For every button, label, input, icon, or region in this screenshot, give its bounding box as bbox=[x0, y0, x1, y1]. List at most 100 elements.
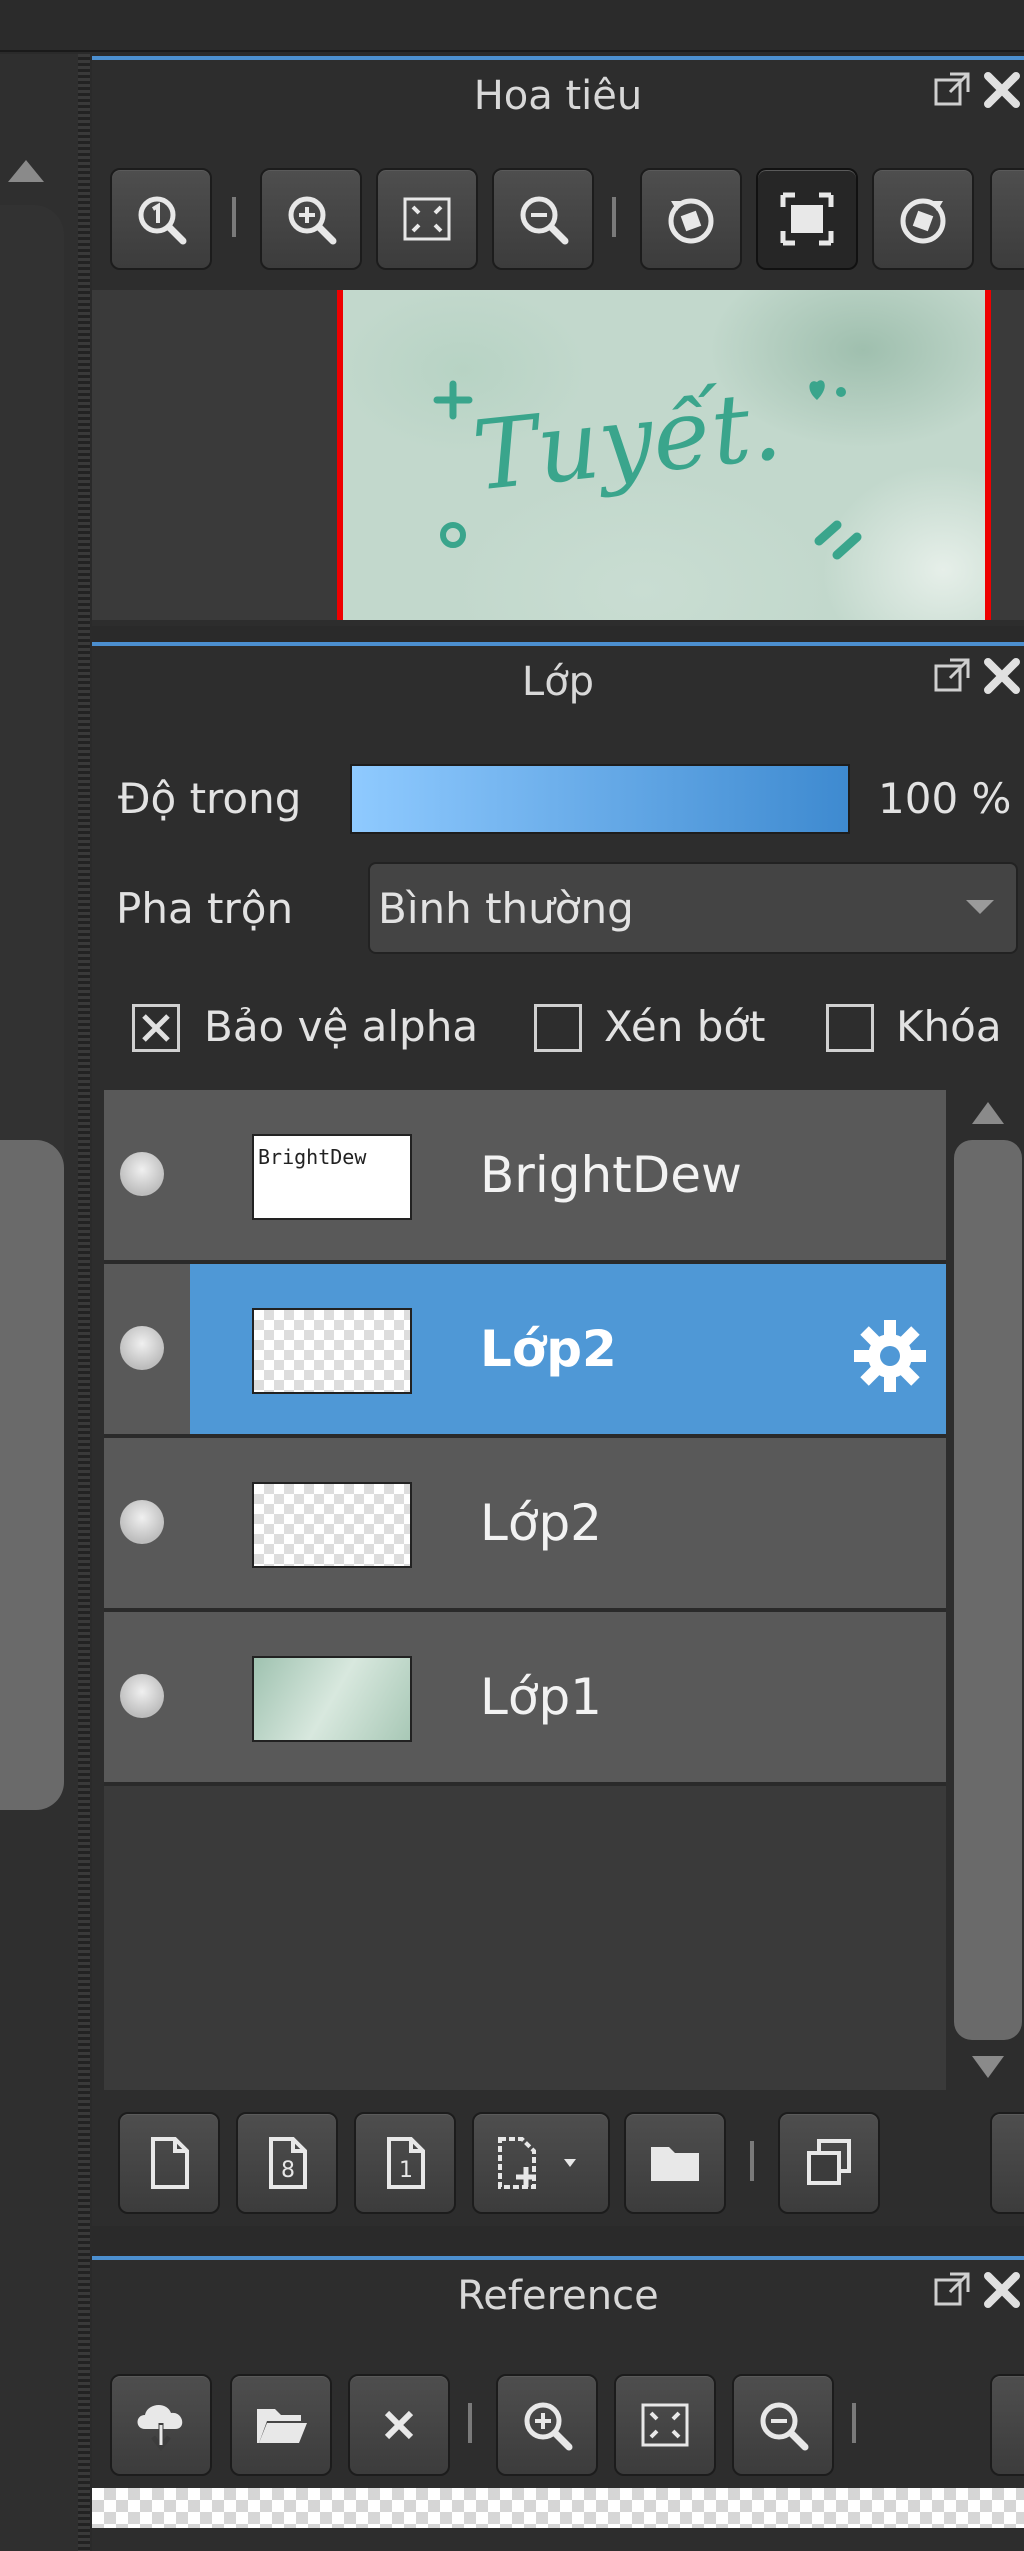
zoom-out-button[interactable] bbox=[492, 168, 594, 270]
layer-name: Lớp2 bbox=[480, 1320, 617, 1378]
layer-row[interactable]: Lớp2 bbox=[104, 1438, 946, 1612]
1bit-layer-icon: 1 bbox=[387, 2137, 425, 2189]
new-layer-button[interactable] bbox=[118, 2112, 220, 2214]
load-reference-button[interactable] bbox=[110, 2374, 212, 2476]
svg-text:1: 1 bbox=[399, 2158, 413, 2183]
layer-thumbnail bbox=[252, 1656, 412, 1742]
more-layer-tools-button[interactable] bbox=[990, 2112, 1024, 2214]
reference-zoom-out-button[interactable] bbox=[732, 2374, 834, 2476]
new-8bit-layer-button[interactable]: 8 bbox=[236, 2112, 338, 2214]
layer-list-scrollbar[interactable] bbox=[952, 1090, 1024, 2090]
layer-thumbnail: BrightDew bbox=[252, 1134, 412, 1220]
more-reference-tools-button[interactable] bbox=[990, 2374, 1024, 2476]
toolbar-separator bbox=[468, 2403, 472, 2443]
toolbar-separator bbox=[612, 197, 616, 237]
protect-alpha-checkbox[interactable] bbox=[132, 1004, 180, 1052]
add-layer-menu-icon bbox=[498, 2137, 576, 2189]
8bit-layer-icon: 8 bbox=[269, 2137, 307, 2189]
remove-reference-button[interactable] bbox=[348, 2374, 450, 2476]
cloud-download-icon bbox=[137, 2404, 183, 2452]
layer-list-scrollbar-thumb[interactable] bbox=[954, 1140, 1022, 2040]
visibility-icon[interactable] bbox=[120, 1500, 164, 1544]
dash-sparkle-icon bbox=[814, 520, 862, 560]
fit-window-icon bbox=[403, 197, 451, 241]
toolbar-separator bbox=[232, 197, 236, 237]
zoom-actual-icon bbox=[138, 196, 187, 245]
reference-toolbar bbox=[92, 2366, 1024, 2482]
open-reference-button[interactable] bbox=[230, 2374, 332, 2476]
layer-row-selected[interactable]: Lớp2 bbox=[104, 1264, 946, 1438]
layer-thumbnail bbox=[252, 1308, 412, 1394]
rotate-left-icon bbox=[668, 198, 714, 244]
circle-sparkle-icon bbox=[440, 522, 466, 548]
visibility-icon[interactable] bbox=[120, 1326, 164, 1370]
opacity-value: 100 % bbox=[878, 774, 1012, 823]
opacity-slider[interactable] bbox=[350, 764, 850, 834]
fullscreen-button[interactable] bbox=[756, 168, 858, 270]
zoom-out-icon bbox=[520, 196, 569, 245]
fit-window-button[interactable] bbox=[376, 168, 478, 270]
rotate-right-icon bbox=[900, 198, 946, 244]
fullscreen-icon bbox=[780, 192, 834, 246]
layer-toolbar: 8 1 bbox=[104, 2098, 1024, 2224]
plus-sparkle-icon bbox=[433, 380, 473, 420]
gear-icon[interactable] bbox=[850, 1316, 930, 1396]
popout-icon[interactable] bbox=[932, 70, 972, 110]
folder-icon bbox=[651, 2147, 699, 2181]
navigator-canvas-thumbnail: Tuyết. bbox=[337, 290, 991, 620]
layer-row[interactable]: Lớp1 bbox=[104, 1612, 946, 1786]
blend-mode-label: Pha trộn bbox=[116, 884, 294, 933]
zoom-in-icon bbox=[524, 2402, 573, 2451]
close-icon[interactable] bbox=[980, 2268, 1024, 2312]
blend-mode-value: Bình thường bbox=[378, 884, 634, 933]
close-icon[interactable] bbox=[980, 654, 1024, 698]
panel-splitter[interactable] bbox=[78, 54, 90, 2551]
layer-name: BrightDew bbox=[480, 1146, 742, 1204]
zoom-actual-button[interactable] bbox=[110, 168, 212, 270]
visibility-icon[interactable] bbox=[120, 1152, 164, 1196]
duplicate-layer-button[interactable] bbox=[778, 2112, 880, 2214]
clipping-label: Xén bớt bbox=[604, 1002, 766, 1051]
clipping-checkbox[interactable] bbox=[534, 1004, 582, 1052]
popout-icon[interactable] bbox=[932, 2270, 972, 2310]
top-bar bbox=[0, 0, 1024, 52]
layer-name: Lớp1 bbox=[480, 1668, 602, 1726]
visibility-icon[interactable] bbox=[120, 1674, 164, 1718]
reference-title: Reference bbox=[457, 2273, 659, 2319]
scroll-down-arrow-icon[interactable] bbox=[968, 2052, 1008, 2082]
left-scrollbar-thumb[interactable] bbox=[0, 1140, 64, 1810]
scroll-up-arrow-icon[interactable] bbox=[968, 1098, 1008, 1128]
layer-list: BrightDew BrightDew Lớp2 Lớp2 Lớp1 bbox=[104, 1090, 946, 2090]
rotate-left-button[interactable] bbox=[640, 168, 742, 270]
navigator-preview[interactable]: Tuyết. bbox=[92, 290, 1024, 620]
navigator-toolbar bbox=[92, 160, 1024, 280]
lock-checkbox[interactable] bbox=[826, 1004, 874, 1052]
layer-panel-title: Lớp bbox=[521, 659, 595, 705]
layer-name: Lớp2 bbox=[480, 1494, 602, 1552]
open-folder-icon bbox=[257, 2409, 307, 2443]
reference-image-area[interactable] bbox=[92, 2488, 1024, 2528]
toolbar-separator bbox=[852, 2403, 856, 2443]
layer-row[interactable]: BrightDew BrightDew bbox=[104, 1090, 946, 1264]
reference-zoom-in-button[interactable] bbox=[496, 2374, 598, 2476]
navigator-title: Hoa tiêu bbox=[473, 73, 643, 119]
close-icon[interactable] bbox=[980, 68, 1024, 112]
add-special-layer-dropdown[interactable] bbox=[472, 2112, 610, 2214]
popout-icon[interactable] bbox=[932, 656, 972, 696]
lock-label: Khóa bbox=[896, 1002, 1002, 1051]
scroll-up-arrow-icon[interactable] bbox=[8, 160, 44, 182]
new-page-icon bbox=[151, 2137, 189, 2189]
svg-text:8: 8 bbox=[281, 2158, 295, 2183]
new-folder-button[interactable] bbox=[624, 2112, 726, 2214]
toolbar-separator bbox=[750, 2141, 754, 2181]
new-1bit-layer-button[interactable]: 1 bbox=[354, 2112, 456, 2214]
zoom-in-icon bbox=[288, 196, 337, 245]
layer-thumbnail bbox=[252, 1482, 412, 1568]
zoom-in-button[interactable] bbox=[260, 168, 362, 270]
heart-sparkle-icon bbox=[809, 380, 846, 400]
reference-fit-button[interactable] bbox=[614, 2374, 716, 2476]
rotate-right-button[interactable] bbox=[872, 168, 974, 270]
thumbnail-text: BrightDew bbox=[258, 1145, 367, 1169]
more-tools-button[interactable] bbox=[990, 168, 1024, 270]
blend-mode-select[interactable]: Bình thường bbox=[368, 862, 1018, 954]
